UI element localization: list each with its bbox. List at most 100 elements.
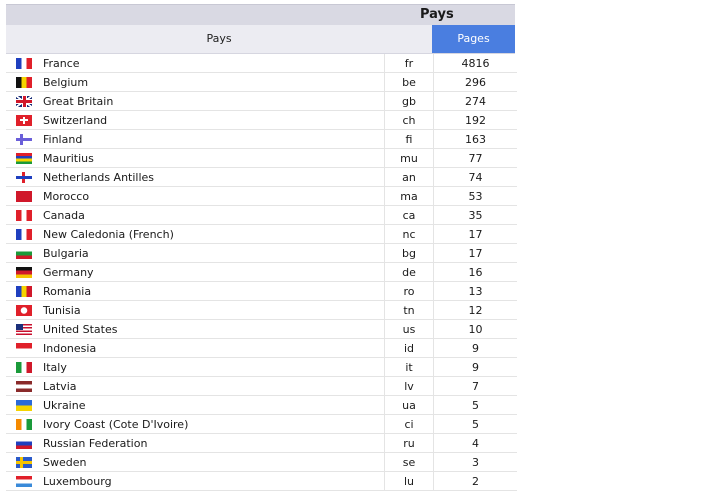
country-code: ma [384,186,434,206]
country-code: ch [384,110,434,130]
flag-cell [6,224,42,244]
country-code: se [384,452,434,472]
united-states-flag-icon [16,323,32,335]
great-britain-flag-icon [16,95,32,107]
table-row: Belgium be 296 [6,72,517,92]
ukraine-flag-icon [16,399,32,411]
table-row: Bulgaria bg 17 [6,243,517,263]
country-code: gb [384,91,434,111]
table-row: New Caledonia (French) nc 17 [6,224,517,244]
flag-cell [6,433,42,453]
table-row: Indonesia id 9 [6,338,517,358]
country-code: fr [384,54,434,73]
country-code: id [384,338,434,358]
tunisia-flag-icon [16,304,32,316]
country-code: fi [384,129,434,149]
page-count: 74 [433,167,517,187]
country-name: New Caledonia (French) [42,224,385,244]
table-title-bar: Pays [6,4,515,25]
mauritius-flag-icon [16,152,32,164]
flag-cell [6,452,42,472]
page-count: 296 [433,72,517,92]
country-name: United States [42,319,385,339]
country-code: de [384,262,434,282]
country-code: mu [384,148,434,168]
table-row: Russian Federation ru 4 [6,433,517,453]
flag-cell [6,54,42,73]
country-name: Belgium [42,72,385,92]
sweden-flag-icon [16,456,32,468]
country-code: ro [384,281,434,301]
latvia-flag-icon [16,380,32,392]
page-count: 13 [433,281,517,301]
country-name: Ukraine [42,395,385,415]
page-count: 7 [433,376,517,396]
page-count: 274 [433,91,517,111]
table-title: Pays [420,7,454,22]
page-count: 9 [433,357,517,377]
table-row: Ivory Coast (Cote D'Ivoire) ci 5 [6,414,517,434]
country-name: Finland [42,129,385,149]
morocco-flag-icon [16,190,32,202]
flag-cell [6,376,42,396]
column-header-pages[interactable]: Pages [432,25,515,53]
page-count: 77 [433,148,517,168]
country-table: France fr 4816 Belgium be 296 Great Britain gb 2… [6,54,517,491]
flag-cell [6,91,42,111]
table-row: Germany de 16 [6,262,517,282]
country-code: be [384,72,434,92]
romania-flag-icon [16,285,32,297]
country-code: it [384,357,434,377]
table-row: Ukraine ua 5 [6,395,517,415]
country-code: ru [384,433,434,453]
column-header-country[interactable]: Pays [6,25,432,53]
country-name: Mauritius [42,148,385,168]
russian-federation-flag-icon [16,437,32,449]
page-count: 10 [433,319,517,339]
country-name: Morocco [42,186,385,206]
country-name: Ivory Coast (Cote D'Ivoire) [42,414,385,434]
switzerland-flag-icon [16,114,32,126]
country-code: lu [384,471,434,491]
country-code: bg [384,243,434,263]
table-row: Morocco ma 53 [6,186,517,206]
flag-cell [6,262,42,282]
country-code: tn [384,300,434,320]
country-code: ci [384,414,434,434]
ivory-coast-flag-icon [16,418,32,430]
page-count: 5 [433,414,517,434]
flag-cell [6,338,42,358]
country-code: ua [384,395,434,415]
finland-flag-icon [16,133,32,145]
flag-cell [6,243,42,263]
canada-flag-icon [16,209,32,221]
page-count: 17 [433,243,517,263]
table-row: Romania ro 13 [6,281,517,301]
flag-cell [6,148,42,168]
country-name: Tunisia [42,300,385,320]
page-count: 2 [433,471,517,491]
table-row: Finland fi 163 [6,129,517,149]
germany-flag-icon [16,266,32,278]
country-name: Sweden [42,452,385,472]
indonesia-flag-icon [16,342,32,354]
country-name: Bulgaria [42,243,385,263]
table-row: Italy it 9 [6,357,517,377]
flag-cell [6,129,42,149]
italy-flag-icon [16,361,32,373]
country-name: Italy [42,357,385,377]
flag-cell [6,471,42,491]
table-header: Pays Pages [6,25,515,54]
flag-cell [6,357,42,377]
flag-cell [6,72,42,92]
page-count: 9 [433,338,517,358]
country-stats-panel: Pays Pays Pages France fr 4816 Belgium be 296… [6,4,517,491]
country-name: Russian Federation [42,433,385,453]
page-count: 53 [433,186,517,206]
country-name: Luxembourg [42,471,385,491]
page-count: 12 [433,300,517,320]
country-name: Indonesia [42,338,385,358]
flag-cell [6,300,42,320]
flag-cell [6,395,42,415]
country-name: Great Britain [42,91,385,111]
